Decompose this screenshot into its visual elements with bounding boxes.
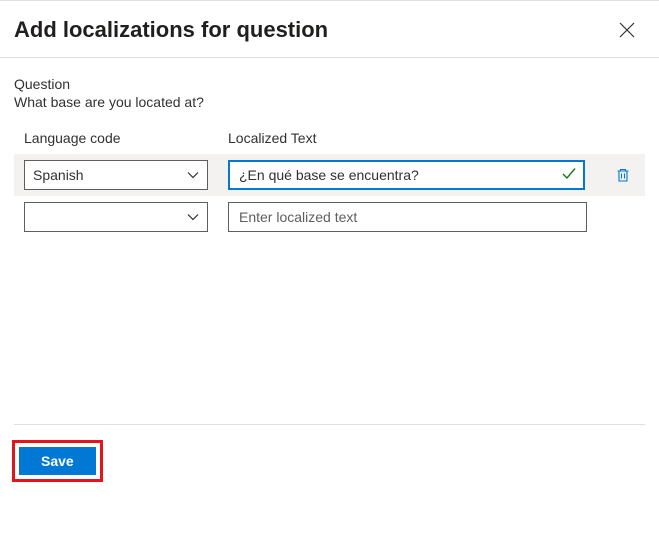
localization-row — [14, 196, 645, 238]
column-header-localized: Localized Text — [228, 130, 645, 146]
close-button[interactable] — [615, 18, 639, 42]
column-headers: Language code Localized Text — [14, 130, 645, 146]
column-header-language: Language code — [24, 130, 208, 146]
panel-header: Add localizations for question — [0, 0, 659, 58]
divider — [14, 424, 645, 425]
chevron-down-icon — [187, 211, 199, 223]
language-select[interactable]: Spanish — [24, 160, 208, 190]
localization-row: Spanish — [14, 154, 645, 196]
chevron-down-icon — [187, 169, 199, 181]
localized-text-input[interactable] — [228, 160, 585, 190]
save-button[interactable]: Save — [19, 447, 96, 475]
localized-text-input[interactable] — [228, 202, 587, 232]
question-text: What base are you located at? — [14, 94, 645, 110]
question-label: Question — [14, 76, 645, 92]
highlight-annotation: Save — [12, 440, 103, 482]
close-icon — [619, 22, 635, 38]
language-select-value: Spanish — [33, 167, 84, 183]
trash-icon — [615, 167, 631, 183]
language-select[interactable] — [24, 202, 208, 232]
delete-row-button[interactable] — [611, 163, 635, 187]
panel-title: Add localizations for question — [14, 17, 328, 43]
checkmark-icon — [561, 166, 577, 185]
